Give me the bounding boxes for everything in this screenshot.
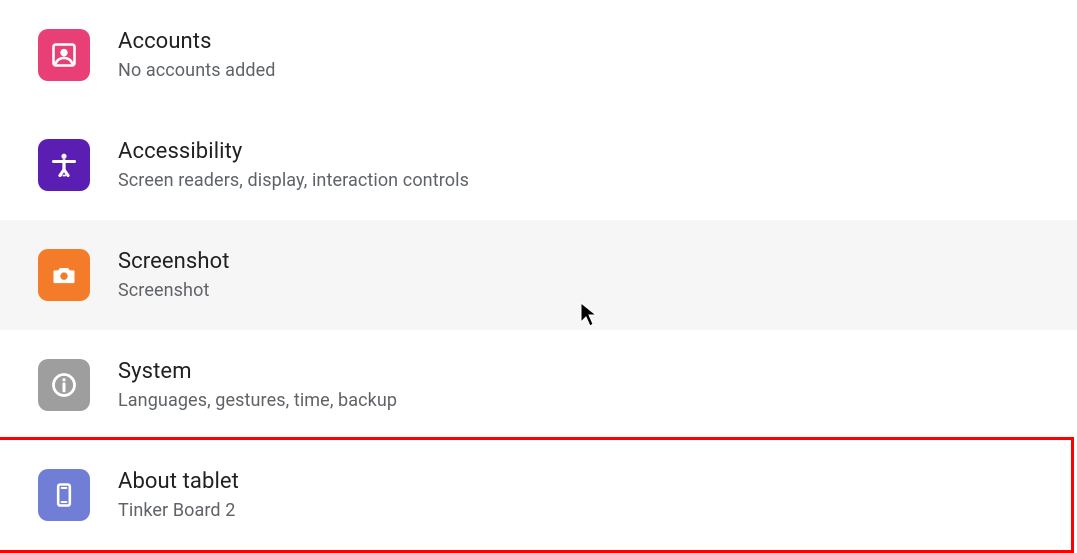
settings-item-accessibility[interactable]: Accessibility Screen readers, display, i… (0, 110, 1077, 220)
settings-item-system[interactable]: System Languages, gestures, time, backup (0, 330, 1077, 440)
tablet-icon (50, 481, 78, 509)
settings-list: Accounts No accounts added Accessibility… (0, 0, 1077, 553)
camera-icon (50, 261, 78, 289)
settings-item-title: Accessibility (118, 138, 469, 167)
settings-item-title: Screenshot (118, 248, 230, 277)
info-icon (50, 371, 78, 399)
settings-item-sub: Screen readers, display, interaction con… (118, 169, 469, 192)
settings-item-sub: Languages, gestures, time, backup (118, 389, 397, 412)
settings-item-text: System Languages, gestures, time, backup (118, 358, 397, 412)
settings-item-sub: Screenshot (118, 279, 230, 302)
settings-item-text: About tablet Tinker Board 2 (118, 468, 239, 522)
settings-item-text: Accounts No accounts added (118, 28, 275, 82)
about-icon-tile (38, 469, 90, 521)
settings-item-text: Accessibility Screen readers, display, i… (118, 138, 469, 192)
accounts-icon-tile (38, 29, 90, 81)
screenshot-icon-tile (38, 249, 90, 301)
settings-item-title: System (118, 358, 397, 387)
settings-item-screenshot[interactable]: Screenshot Screenshot (0, 220, 1077, 330)
settings-item-title: Accounts (118, 28, 275, 57)
settings-item-sub: Tinker Board 2 (118, 499, 239, 522)
system-icon-tile (38, 359, 90, 411)
settings-item-about-tablet[interactable]: About tablet Tinker Board 2 (0, 437, 1074, 553)
settings-item-title: About tablet (118, 468, 239, 497)
settings-item-text: Screenshot Screenshot (118, 248, 230, 302)
accessibility-icon-tile (38, 139, 90, 191)
accessibility-icon (50, 151, 78, 179)
settings-item-accounts[interactable]: Accounts No accounts added (0, 0, 1077, 110)
accounts-icon (50, 41, 78, 69)
settings-item-sub: No accounts added (118, 59, 275, 82)
